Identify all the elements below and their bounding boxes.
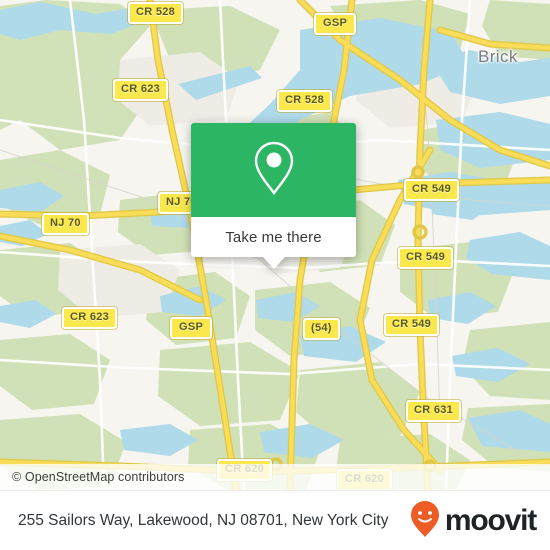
map-attribution: © OpenStreetMap contributors <box>0 464 550 490</box>
location-popup[interactable]: Take me there <box>191 123 356 269</box>
popup-header <box>191 123 356 217</box>
road-shield[interactable]: CR 528 <box>128 2 184 24</box>
address-label: 255 Sailors Way, Lakewood, NJ 08701, New… <box>18 511 389 529</box>
road-shield[interactable]: CR 549 <box>384 314 440 336</box>
popup-tail <box>262 257 285 269</box>
road-shield[interactable]: CR 631 <box>406 400 462 422</box>
moovit-wordmark: moovit <box>444 504 537 537</box>
map-pin-icon <box>251 139 297 202</box>
road-shield[interactable]: (54) <box>303 318 340 340</box>
road-shield[interactable]: GSP <box>170 317 213 339</box>
footer-bar: 255 Sailors Way, Lakewood, NJ 08701, New… <box>0 490 550 550</box>
attribution-text[interactable]: © OpenStreetMap contributors <box>0 470 185 484</box>
city-label-brick: Brick <box>478 47 518 66</box>
popup-footer[interactable]: Take me there <box>191 217 356 269</box>
road-shield[interactable]: NJ 70 <box>42 213 89 235</box>
road-shield[interactable]: CR 623 <box>62 307 118 329</box>
road-shield[interactable]: CR 623 <box>113 79 169 101</box>
map-canvas[interactable]: Brick CR 528 GSP CR 623 CR 528 CR 549 NJ… <box>0 0 550 490</box>
take-me-there-button[interactable]: Take me there <box>225 229 321 246</box>
moovit-pin-smiley-icon <box>410 500 440 543</box>
road-shield[interactable]: CR 528 <box>277 90 333 112</box>
moovit-logo[interactable]: moovit <box>410 500 550 543</box>
road-shield[interactable]: CR 549 <box>404 179 460 201</box>
road-shield[interactable]: CR 549 <box>398 247 454 269</box>
map-screen: Brick CR 528 GSP CR 623 CR 528 CR 549 NJ… <box>0 0 550 550</box>
road-shield[interactable]: GSP <box>314 13 357 35</box>
